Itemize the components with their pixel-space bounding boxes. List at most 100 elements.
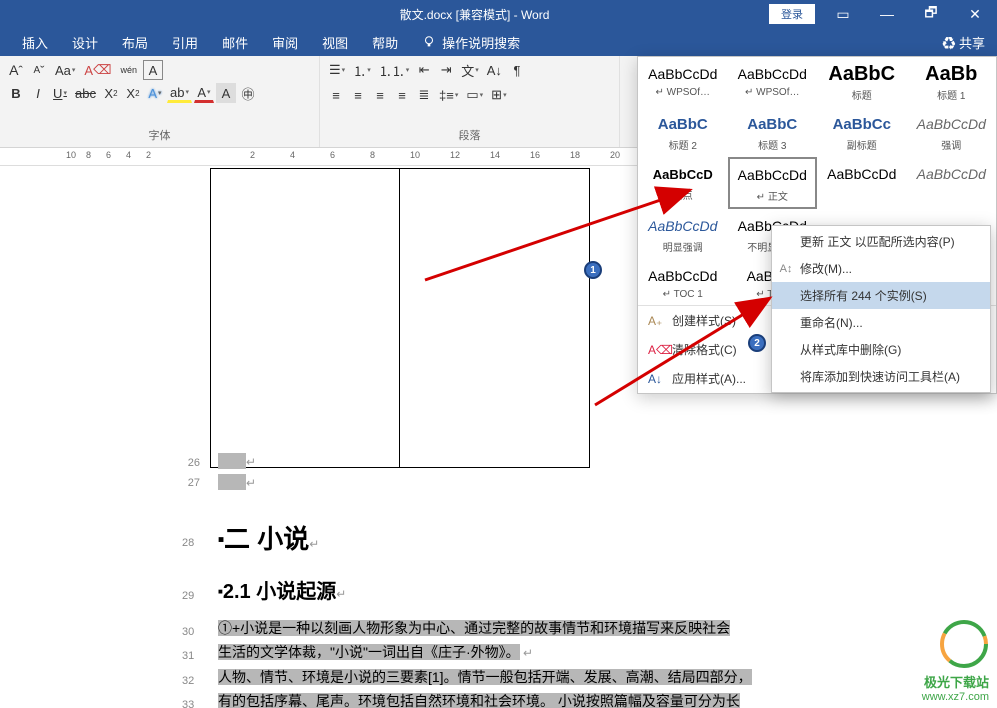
titlebar: 散文.docx [兼容模式] - Word 登录 ▭ — 🗗 ✕ <box>0 0 997 28</box>
align-distribute-button[interactable]: ≣ <box>414 85 434 105</box>
font-shrink-button[interactable]: Aˇ <box>29 60 49 80</box>
body-para: 30①+小说是一种以刻画人物形象为中心、通过完整的故事情节和环境描写来反映社会 <box>218 617 758 639</box>
bullets-button[interactable]: ☰▾ <box>326 60 348 80</box>
superscript-button[interactable]: X2 <box>123 83 143 103</box>
style-preview: AaBbCcDd <box>645 264 721 288</box>
ctx-update-match[interactable]: 更新 正文 以匹配所选内容(P) <box>772 228 990 255</box>
italic-button[interactable]: I <box>28 83 48 103</box>
shading-button[interactable]: ▭▾ <box>463 85 486 105</box>
style-name-label: 标题 <box>824 87 900 102</box>
annotation-badge-2: 2 <box>748 334 766 352</box>
ctx-rename[interactable]: 重命名(N)... <box>772 309 990 336</box>
phonetic-guide-button[interactable]: wén <box>117 60 140 80</box>
tab-insert[interactable]: 插入 <box>10 27 60 58</box>
style-cell[interactable]: AaBbCcDd↵ 正文 <box>728 157 818 209</box>
tab-help[interactable]: 帮助 <box>360 27 410 58</box>
ctx-modify[interactable]: A↕修改(M)... <box>772 255 990 282</box>
style-cell[interactable]: AaBb标题 1 <box>907 57 997 107</box>
borders-button[interactable]: ⊞▾ <box>488 85 509 105</box>
line-spacing-button[interactable]: ‡≡▾ <box>436 85 461 105</box>
ruler-mark: 10 <box>410 150 420 160</box>
restore-button[interactable]: 🗗 <box>909 0 953 28</box>
char-border-button[interactable]: A <box>143 60 163 80</box>
tell-me-search[interactable]: 操作说明搜索 <box>410 27 532 58</box>
style-cell[interactable]: AaBbC标题 <box>817 57 907 107</box>
align-right-button[interactable]: ≡ <box>370 85 390 105</box>
numbering-button[interactable]: ⒈▾ <box>350 60 374 80</box>
style-cell[interactable]: AaBbCcDd↵ WPSOf… <box>728 57 818 107</box>
line-number: 27 <box>182 473 200 493</box>
style-cell[interactable]: AaBbCcDd明显强调 <box>638 209 728 259</box>
style-cell[interactable]: AaBbCc副标题 <box>817 107 907 157</box>
style-cell[interactable]: AaBbC标题 2 <box>638 107 728 157</box>
style-name-label: 强调 <box>914 137 990 152</box>
subscript-button[interactable]: X2 <box>101 83 121 103</box>
change-case-button[interactable]: Aa▾ <box>52 60 78 80</box>
style-preview: AaBbCc <box>824 112 900 136</box>
font-grow-button[interactable]: Aˆ <box>6 60 26 80</box>
strikethrough-button[interactable]: abc <box>72 83 99 103</box>
style-name-label: 明显强调 <box>645 239 721 254</box>
highlight-button[interactable]: ab▾ <box>167 83 192 103</box>
login-button[interactable]: 登录 <box>769 4 815 24</box>
close-button[interactable]: ✕ <box>953 0 997 28</box>
text-frame[interactable] <box>210 168 590 468</box>
bold-button[interactable]: B <box>6 83 26 103</box>
style-cell[interactable]: AaBbCcDd <box>907 157 997 209</box>
body-para: 32人物、情节、环境是小说的三要素[1]。情节一般包括开端、发展、高潮、结局四部… <box>218 666 758 688</box>
font-color-button[interactable]: A▾ <box>194 83 214 103</box>
ruler-mark: 14 <box>490 150 500 160</box>
asian-layout-button[interactable]: 文▾ <box>458 60 482 80</box>
heading2: 29■2.1 小说起源↵ <box>218 581 758 605</box>
show-marks-button[interactable]: ¶ <box>507 60 527 80</box>
style-name-label: ↵ TOC 1 <box>645 289 721 300</box>
style-cell[interactable]: AaBbCcDd↵ WPSOf… <box>638 57 728 107</box>
tab-design[interactable]: 设计 <box>60 27 110 58</box>
underline-button[interactable]: U▾ <box>50 83 70 103</box>
style-cell[interactable]: AaBbC标题 3 <box>728 107 818 157</box>
style-name-label: 副标题 <box>824 137 900 152</box>
tray-button[interactable]: ▭ <box>821 0 865 28</box>
modify-icon: A↕ <box>778 263 794 275</box>
tab-review[interactable]: 审阅 <box>260 27 310 58</box>
ruler-mark: 16 <box>530 150 540 160</box>
enclose-char-button[interactable]: ㊥ <box>238 83 258 103</box>
sort-button[interactable]: A↓ <box>484 60 505 80</box>
clear-formatting-button[interactable]: A⌫ <box>81 60 114 80</box>
style-preview: AaBbC <box>645 112 721 136</box>
style-name-label: 标题 3 <box>735 137 811 152</box>
increase-indent-button[interactable]: ⇥ <box>436 60 456 80</box>
ruler-mark: 2 <box>146 150 151 160</box>
tab-view[interactable]: 视图 <box>310 27 360 58</box>
char-shading-button[interactable]: A <box>216 83 236 103</box>
tab-references[interactable]: 引用 <box>160 27 210 58</box>
lightbulb-icon <box>422 35 436 49</box>
tab-layout[interactable]: 布局 <box>110 27 160 58</box>
style-cell[interactable]: AaBbCcD要点 <box>638 157 728 209</box>
style-cell[interactable]: AaBbCcDd强调 <box>907 107 997 157</box>
multilevel-list-button[interactable]: ⒈⒈▾ <box>376 60 413 80</box>
align-left-button[interactable]: ≡ <box>326 85 346 105</box>
style-preview: AaBbCcDd <box>735 62 811 86</box>
align-center-button[interactable]: ≡ <box>348 85 368 105</box>
ctx-remove-from-gallery[interactable]: 从样式库中删除(G) <box>772 336 990 363</box>
align-justify-button[interactable]: ≡ <box>392 85 412 105</box>
minimize-button[interactable]: — <box>865 0 909 28</box>
style-preview: AaBb <box>914 62 990 86</box>
ruler-mark: 12 <box>450 150 460 160</box>
ctx-add-to-qat[interactable]: 将库添加到快速访问工具栏(A) <box>772 363 990 390</box>
style-name-label: ↵ WPSOf… <box>735 87 811 98</box>
tab-mailings[interactable]: 邮件 <box>210 27 260 58</box>
style-cell[interactable]: AaBbCcDd <box>817 157 907 209</box>
share-button[interactable]: ♻ 共享 <box>930 27 997 58</box>
decrease-indent-button[interactable]: ⇤ <box>414 60 434 80</box>
ruler-mark: 4 <box>290 150 295 160</box>
style-preview: AaBbCcDd <box>736 163 810 187</box>
watermark-url: www.xz7.com <box>922 691 989 703</box>
style-cell[interactable]: AaBbCcDd↵ TOC 1 <box>638 259 728 305</box>
ctx-select-all-instances[interactable]: 选择所有 244 个实例(S) <box>772 282 990 309</box>
text-effects-button[interactable]: A▾ <box>145 83 165 103</box>
style-name-label: ↵ WPSOf… <box>645 87 721 98</box>
style-name-label: 标题 2 <box>645 137 721 152</box>
body-para: 31生活的文学体裁，"小说"一词出自《庄子·外物》。 ↵ <box>218 641 758 664</box>
